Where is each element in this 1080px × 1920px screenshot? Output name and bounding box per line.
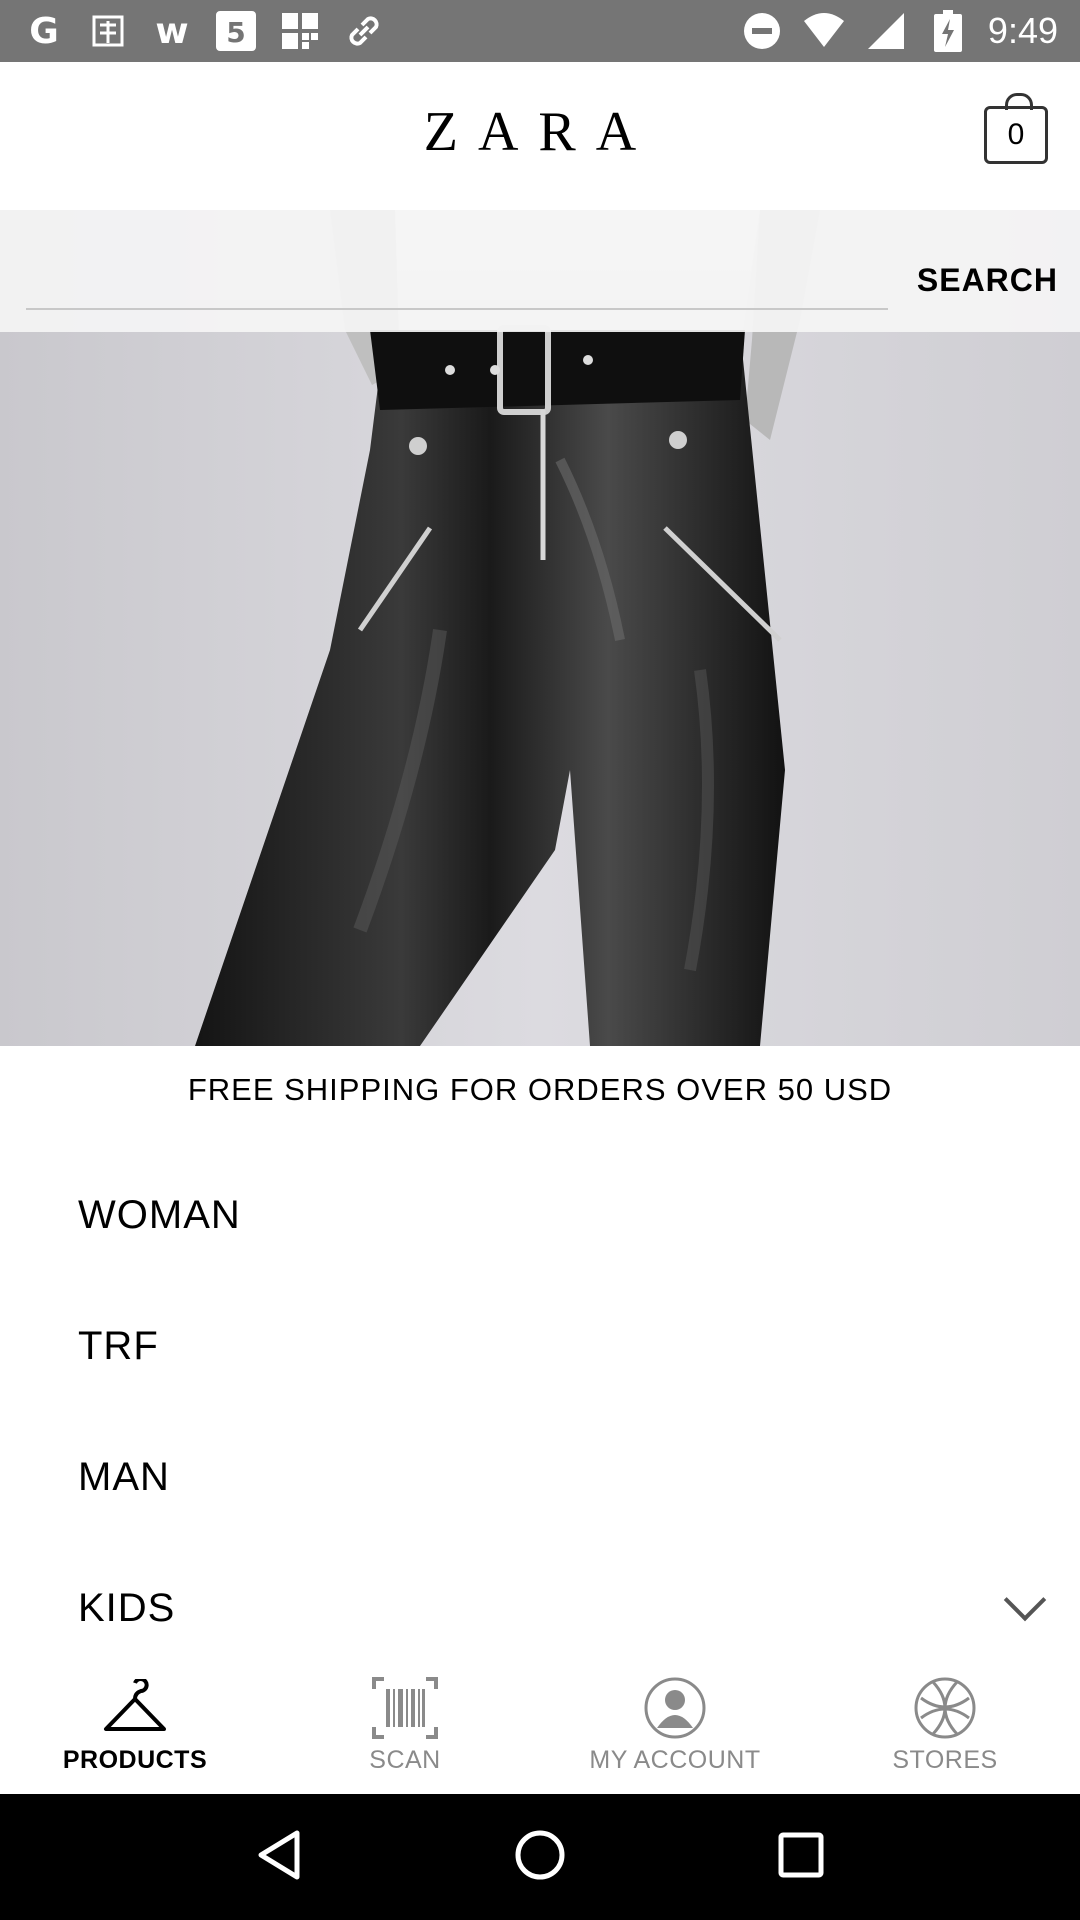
- hanger-icon: [100, 1676, 170, 1740]
- menu-item-label: WOMAN: [78, 1193, 241, 1237]
- system-icons: 9:49: [740, 8, 1058, 54]
- status-bar: G w 5 9:49: [0, 0, 1080, 62]
- search-button[interactable]: SEARCH: [917, 262, 1058, 299]
- app-header: ZARA 0: [0, 62, 1080, 210]
- html5-icon: 5: [214, 9, 258, 53]
- barcode-icon: [370, 1676, 440, 1740]
- menu-item-woman[interactable]: WOMAN: [0, 1150, 1080, 1281]
- recents-icon[interactable]: [777, 1831, 825, 1884]
- dnd-icon: [740, 9, 784, 53]
- grid-icon: [278, 9, 322, 53]
- shopping-bag-button[interactable]: 0: [984, 93, 1048, 164]
- zara-logo[interactable]: ZARA: [0, 100, 1080, 164]
- shipping-promo: FREE SHIPPING FOR ORDERS OVER 50 USD: [187, 1072, 893, 1107]
- menu-item-label: KIDS: [78, 1586, 176, 1630]
- nav-stores[interactable]: STORES: [810, 1660, 1080, 1794]
- globe-icon: [910, 1676, 980, 1740]
- nav-label: MY ACCOUNT: [589, 1746, 761, 1774]
- clock: 9:49: [987, 10, 1058, 51]
- w-icon: w: [155, 10, 189, 52]
- menu-item-label: MAN: [78, 1455, 170, 1499]
- search-input[interactable]: [26, 256, 888, 310]
- nav-products[interactable]: PRODUCTS: [0, 1660, 270, 1794]
- notification-icons: G w 5: [22, 8, 386, 54]
- chevron-down-icon[interactable]: [1003, 1578, 1047, 1621]
- nav-label: STORES: [892, 1746, 998, 1774]
- taobao-icon: [86, 9, 130, 53]
- link-icon: [342, 9, 386, 53]
- nav-scan[interactable]: SCAN: [270, 1660, 540, 1794]
- menu-item-kids[interactable]: KIDS: [0, 1543, 1080, 1674]
- nav-my-account[interactable]: MY ACCOUNT: [540, 1660, 810, 1794]
- bottom-navigation: PRODUCTS SCAN MY ACCOUNT STORES: [0, 1660, 1080, 1794]
- search-bar: SEARCH: [0, 210, 1080, 332]
- account-icon: [640, 1676, 710, 1740]
- menu-item-trf[interactable]: TRF: [0, 1281, 1080, 1412]
- leather-pants-image: [195, 210, 820, 1046]
- system-navigation-bar: [0, 1794, 1080, 1920]
- category-menu: WOMAN TRF MAN KIDS: [0, 1150, 1080, 1674]
- menu-item-man[interactable]: MAN: [0, 1412, 1080, 1543]
- wifi-icon: [802, 9, 846, 53]
- hero-image[interactable]: [0, 210, 1080, 1046]
- g-icon: G: [29, 10, 59, 52]
- home-icon[interactable]: [514, 1829, 566, 1886]
- svg-text:5: 5: [226, 16, 245, 49]
- battery-icon: [926, 9, 970, 53]
- cart-count: 0: [1007, 118, 1025, 151]
- back-icon[interactable]: [255, 1829, 303, 1886]
- nav-label: SCAN: [369, 1746, 441, 1774]
- signal-icon: [864, 9, 908, 53]
- nav-label: PRODUCTS: [62, 1746, 208, 1774]
- menu-item-label: TRF: [78, 1324, 159, 1368]
